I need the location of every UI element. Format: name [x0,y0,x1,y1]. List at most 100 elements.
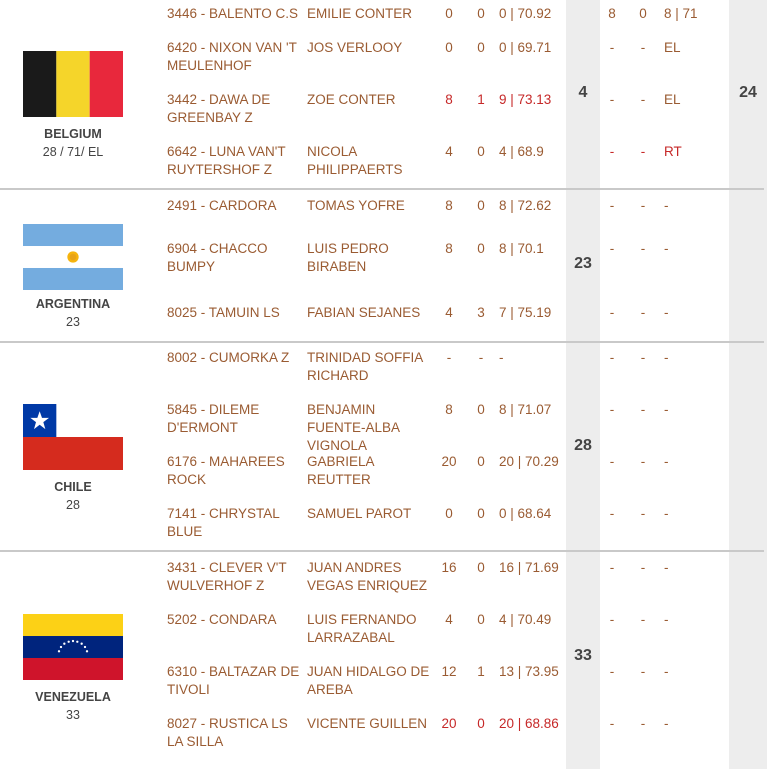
team-block-argentina: ARGENTINA 23 2491 - CARDORA TOMAS YOFRE … [0,190,764,343]
round1-total-time: 0 | 69.71 [499,40,552,55]
country-score: 28 [66,498,80,512]
horse-link[interactable]: 6642 - LUNA VAN'T RUYTERSHOF Z [167,143,302,179]
round2-total-time: - [664,560,669,575]
chile-flag-icon [23,404,123,470]
round1-total-time: - [499,350,504,365]
round1-total-time: 13 | 73.95 [499,664,559,679]
rider-link[interactable]: ZOE CONTER [307,91,435,109]
round2-total-time: 8 | 71 [664,6,698,21]
round2-fence-faults: - [609,198,615,213]
horse-link[interactable]: 8027 - RUSTICA LS LA SILLA [167,715,302,751]
round1-fence-faults: 20 [441,716,457,731]
horse-link[interactable]: 3446 - BALENTO C.S [167,5,302,23]
team-round-score: 4 [578,84,588,101]
team-block-chile: CHILE 28 8002 - CUMORKA Z TRINIDAD SOFFI… [0,343,764,552]
rider-link[interactable]: JUAN ANDRES VEGAS ENRIQUEZ [307,559,435,595]
round1-fence-faults: 8 [445,241,453,256]
horse-link[interactable]: 6310 - BALTAZAR DE TIVOLI [167,663,302,699]
round1-total-time: 4 | 70.49 [499,612,552,627]
horse-link[interactable]: 3442 - DAWA DE GREENBAY Z [167,91,302,127]
round2-total-time: - [664,402,669,417]
round1-fence-faults: 8 [445,92,453,107]
horse-link[interactable]: 3431 - CLEVER V'T WULVERHOF Z [167,559,302,595]
round1-total-time: 0 | 68.64 [499,506,552,521]
rider-link[interactable]: BENJAMIN FUENTE-ALBA VIGNOLA [307,401,435,455]
round2-total-time: EL [664,92,681,107]
round2-time-faults: - [640,92,646,107]
horse-link[interactable]: 7141 - CHRYSTAL BLUE [167,505,302,541]
round1-time-faults: 0 [477,454,485,469]
round1-fence-faults: 4 [445,144,453,159]
rider-link[interactable]: SAMUEL PAROT [307,505,435,523]
round1-total-time: 20 | 70.29 [499,454,559,469]
round2-time-faults: - [640,560,646,575]
round2-total-time: - [664,350,669,365]
round2-time-faults: 0 [639,6,647,21]
argentina-flag-icon [23,224,123,290]
country-name: VENEZUELA [35,690,111,704]
round2-fence-faults: - [609,305,615,320]
horse-link[interactable]: 6420 - NIXON VAN 'T MEULENHOF [167,39,302,75]
round2-total-time: - [664,612,669,627]
round1-total-time: 8 | 72.62 [499,198,552,213]
round1-fence-faults: 16 [441,560,457,575]
round1-time-faults: - [478,350,484,365]
country-score: 28 / 71/ EL [42,145,104,159]
round2-time-faults: - [640,144,646,159]
round2-fence-faults: - [609,664,615,679]
round2-fence-faults: - [609,144,615,159]
horse-link[interactable]: 5202 - CONDARA [167,611,302,629]
round2-fence-faults: - [609,506,615,521]
rider-link[interactable]: NICOLA PHILIPPAERTS [307,143,435,179]
horse-link[interactable]: 6904 - CHACCO BUMPY [167,240,302,276]
rider-link[interactable]: LUIS PEDRO BIRABEN [307,240,435,276]
round1-time-faults: 0 [477,40,485,55]
rider-link[interactable]: TRINIDAD SOFFIA RICHARD [307,349,435,385]
round2-fence-faults: - [609,454,615,469]
horse-link[interactable]: 2491 - CARDORA [167,197,302,215]
round2-time-faults: - [640,664,646,679]
rider-link[interactable]: GABRIELA REUTTER [307,453,435,489]
round1-time-faults: 0 [477,506,485,521]
round1-time-faults: 0 [477,144,485,159]
round2-time-faults: - [640,198,646,213]
round1-total-time: 16 | 71.69 [499,560,559,575]
round1-total-time: 20 | 68.86 [499,716,559,731]
round2-fence-faults: - [609,716,615,731]
country-name: ARGENTINA [35,297,111,311]
round2-total-time: - [664,664,669,679]
round1-total-time: 7 | 75.19 [499,305,552,320]
round2-total-time: - [664,716,669,731]
country-score: 23 [66,315,80,329]
team-total-score: 24 [739,84,757,101]
round2-time-faults: - [640,612,646,627]
rider-link[interactable]: JUAN HIDALGO DE AREBA [307,663,435,699]
horse-link[interactable]: 6176 - MAHAREES ROCK [167,453,302,489]
rider-link[interactable]: VICENTE GUILLEN [307,715,435,733]
country-name: CHILE [54,480,92,494]
horse-link[interactable]: 8002 - CUMORKA Z [167,349,302,367]
round2-time-faults: - [640,305,646,320]
round2-fence-faults: - [609,40,615,55]
rider-link[interactable]: LUIS FERNANDO LARRAZABAL [307,611,435,647]
round1-fence-faults: - [446,350,452,365]
rider-link[interactable]: FABIAN SEJANES [307,304,435,322]
round2-total-time: - [664,506,669,521]
round1-time-faults: 1 [477,92,485,107]
rider-link[interactable]: JOS VERLOOY [307,39,435,57]
belgium-flag-icon [23,51,123,117]
team-block-venezuela: VENEZUELA 33 3431 - CLEVER V'T WULVERHOF… [0,552,764,769]
horse-link[interactable]: 8025 - TAMUIN LS [167,304,302,322]
round1-fence-faults: 20 [441,454,457,469]
round2-fence-faults: - [609,92,615,107]
rider-link[interactable]: TOMAS YOFRE [307,197,435,215]
round1-total-time: 8 | 71.07 [499,402,552,417]
round2-total-time: - [664,454,669,469]
round1-fence-faults: 8 [445,198,453,213]
round1-time-faults: 0 [477,560,485,575]
venezuela-flag-icon [23,614,123,680]
round2-total-time: EL [664,40,681,55]
round1-total-time: 8 | 70.1 [499,241,544,256]
rider-link[interactable]: EMILIE CONTER [307,5,435,23]
horse-link[interactable]: 5845 - DILEME D'ERMONT [167,401,302,437]
